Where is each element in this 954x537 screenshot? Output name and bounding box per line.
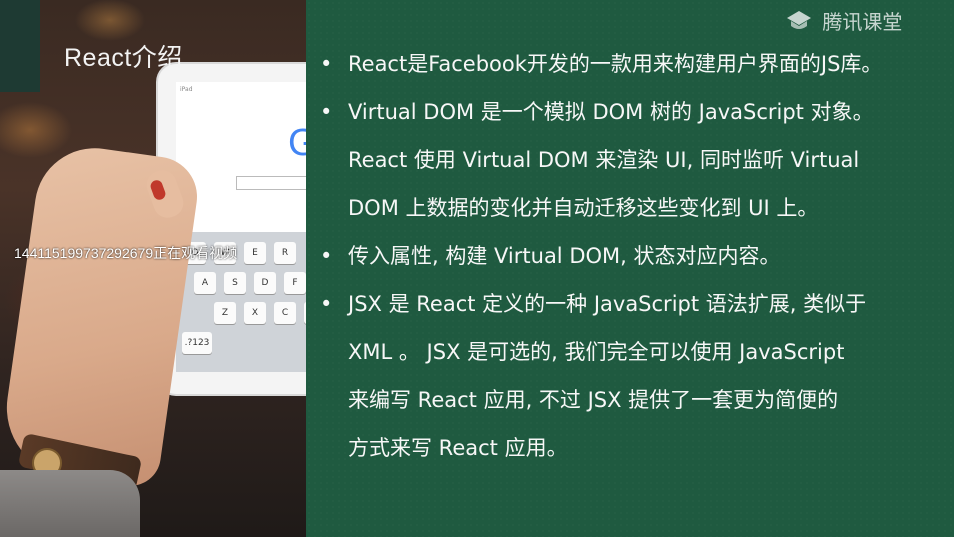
bullet-line: 传入属性, 构建 Virtual DOM, 状态对应内容。 bbox=[348, 244, 781, 268]
bullet-item: 传入属性, 构建 Virtual DOM, 状态对应内容。 bbox=[318, 232, 948, 280]
key-f: F bbox=[284, 272, 306, 294]
sleeve bbox=[0, 470, 140, 537]
key-s: S bbox=[224, 272, 246, 294]
bullet-line: 方式来写 React 应用。 bbox=[348, 436, 568, 460]
search-logo: G bbox=[288, 122, 306, 164]
brand-name: 腾讯课堂 bbox=[822, 10, 903, 34]
viewer-watermark: 144115199737292679正在观看视频 bbox=[14, 245, 238, 261]
bullet-line: 来编写 React 应用, 不过 JSX 提供了一套更为简便的 bbox=[348, 388, 839, 412]
tablet-screen: iPad G Q W E R A S D F Z X C V .?123 bbox=[176, 82, 306, 372]
bullet-item: React是Facebook开发的一款用来构建用户界面的JS库。 bbox=[318, 40, 948, 88]
tablet-photo: iPad G Q W E R A S D F Z X C V .?123 bbox=[0, 0, 306, 537]
slide-title: React介绍 bbox=[64, 44, 183, 72]
brand-logo: 腾讯课堂 bbox=[786, 6, 903, 34]
bullet-line: JSX 是 React 定义的一种 JavaScript 语法扩展, 类似于 bbox=[348, 292, 867, 316]
bullet-line: Virtual DOM 是一个模拟 DOM 树的 JavaScript 对象。 bbox=[348, 100, 874, 124]
key-z: Z bbox=[214, 302, 236, 324]
key-d: D bbox=[254, 272, 276, 294]
tablet-search-box bbox=[236, 176, 306, 190]
key-numbers: .?123 bbox=[182, 332, 212, 354]
bullet-item: Virtual DOM 是一个模拟 DOM 树的 JavaScript 对象。 … bbox=[318, 88, 948, 232]
title-accent-bar bbox=[0, 0, 40, 92]
key-a: A bbox=[194, 272, 216, 294]
slide: iPad G Q W E R A S D F Z X C V .?123 bbox=[0, 0, 954, 537]
key-e: E bbox=[244, 242, 266, 264]
bullet-line: DOM 上数据的变化并自动迁移这些变化到 UI 上。 bbox=[348, 196, 819, 220]
key-x: X bbox=[244, 302, 266, 324]
bullet-line: React 使用 Virtual DOM 来渲染 UI, 同时监听 Virtua… bbox=[348, 148, 860, 172]
tencent-classroom-icon bbox=[787, 10, 811, 29]
device-label: iPad bbox=[180, 86, 193, 93]
key-c: C bbox=[274, 302, 296, 324]
key-r: R bbox=[274, 242, 296, 264]
bullet-line: React是Facebook开发的一款用来构建用户界面的JS库。 bbox=[348, 52, 883, 76]
bullet-item: JSX 是 React 定义的一种 JavaScript 语法扩展, 类似于 X… bbox=[318, 280, 948, 472]
bullet-list: React是Facebook开发的一款用来构建用户界面的JS库。 Virtual… bbox=[318, 40, 948, 472]
bullet-line: XML 。 JSX 是可选的, 我们完全可以使用 JavaScript bbox=[348, 340, 845, 364]
